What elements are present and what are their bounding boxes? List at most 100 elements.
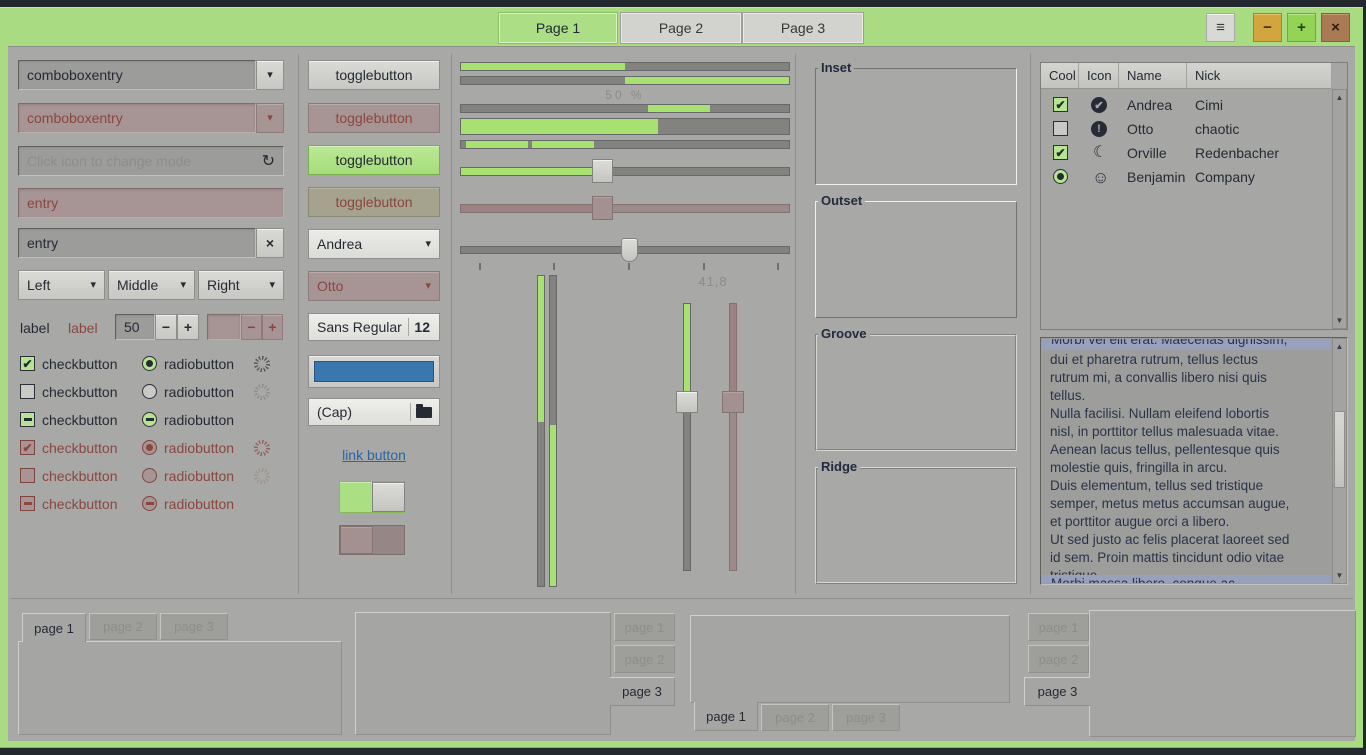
radio-dot xyxy=(146,360,153,367)
progress-fill xyxy=(625,77,789,84)
hscale-track[interactable] xyxy=(460,167,790,176)
indeterminate-mark xyxy=(146,418,154,421)
textview-line: Ut sed justo ac felis placerat laoreet s… xyxy=(1050,532,1327,547)
nb1-tab-page3[interactable]: page 3 xyxy=(160,613,228,640)
nb2-tab-page3[interactable]: page 3 xyxy=(610,677,675,706)
row-checkbox-unchecked[interactable] xyxy=(1053,121,1068,136)
cell-nick: Redenbacher xyxy=(1195,145,1279,161)
maximize-button[interactable]: + xyxy=(1287,13,1316,42)
table-row[interactable]: ✔ ✔ Andrea Cimi xyxy=(1041,93,1332,117)
color-button[interactable] xyxy=(308,355,440,388)
combobox-left[interactable]: Left▾ xyxy=(18,270,105,300)
combobox-right[interactable]: Right▾ xyxy=(198,270,284,300)
nb4-tab-page3[interactable]: page 3 xyxy=(1024,677,1090,706)
scroll-up-icon[interactable]: ▲ xyxy=(1333,91,1346,104)
checkbutton-unchecked-disabled xyxy=(20,468,35,483)
combobox-middle[interactable]: Middle▾ xyxy=(108,270,195,300)
radiobutton-label: radiobutton xyxy=(164,384,234,400)
row-radio-selected[interactable] xyxy=(1053,169,1068,184)
checkbutton-unchecked[interactable] xyxy=(20,384,35,399)
table-row[interactable]: ☺ Benjamin Company xyxy=(1041,165,1332,189)
scroll-up-icon[interactable]: ▲ xyxy=(1333,340,1346,353)
vscale-track[interactable] xyxy=(683,303,691,571)
comboboxentry-dropdown-button[interactable]: ▾ xyxy=(256,60,284,90)
hscale-knob[interactable] xyxy=(592,159,613,183)
spinbutton-value[interactable]: 50 xyxy=(115,314,155,340)
table-row[interactable]: ! Otto chaotic xyxy=(1041,117,1332,141)
spin-minus-button[interactable]: − xyxy=(155,314,177,340)
titlebar-tab-page1[interactable]: Page 1 xyxy=(499,13,617,43)
vscale-knob[interactable] xyxy=(676,391,698,413)
treeview-header-name[interactable]: Name xyxy=(1119,63,1187,89)
cell-name: Benjamin xyxy=(1127,169,1185,185)
check-icon: ✔ xyxy=(22,442,32,454)
checkbutton-indeterminate[interactable] xyxy=(20,412,35,427)
plus-icon: + xyxy=(184,319,192,335)
textview-scrollbar[interactable]: ▲ ▼ xyxy=(1332,338,1347,584)
comboboxentry-input[interactable]: comboboxentry xyxy=(18,60,256,90)
radiobutton-label: radiobutton xyxy=(164,468,234,484)
close-button[interactable]: × xyxy=(1321,13,1350,42)
titlebar-tab-page2[interactable]: Page 2 xyxy=(621,13,741,43)
togglebutton-label: togglebutton xyxy=(335,194,412,210)
nb1-tab-page2[interactable]: page 2 xyxy=(89,613,157,640)
nb3-tab-page1[interactable]: page 1 xyxy=(694,702,758,731)
selected-line-bottom: Morbi massa libero, congue ac xyxy=(1042,575,1331,583)
spinner-icon xyxy=(254,356,270,372)
chevron-down-icon: ▾ xyxy=(180,280,186,291)
table-row[interactable]: ✔ ☾ Orville Redenbacher xyxy=(1041,141,1332,165)
font-button[interactable]: Sans Regular 12 xyxy=(308,313,440,341)
treeview-header-icon[interactable]: Icon xyxy=(1079,63,1119,89)
scroll-down-icon[interactable]: ▼ xyxy=(1333,314,1346,327)
textview[interactable]: Morbi vel elit erat. Maecenas dignissim,… xyxy=(1040,337,1348,585)
check-icon: ✔ xyxy=(1055,99,1065,111)
color-swatch xyxy=(314,361,434,382)
scale-mark xyxy=(628,263,630,270)
togglebutton-active[interactable]: togglebutton xyxy=(308,145,440,175)
scrollbar-thumb[interactable] xyxy=(1334,411,1345,488)
minimize-button[interactable]: − xyxy=(1253,13,1282,42)
nb2-tab-page2[interactable]: page 2 xyxy=(614,645,675,673)
menu-button[interactable]: ≡ xyxy=(1206,13,1235,42)
scroll-down-icon[interactable]: ▼ xyxy=(1333,569,1346,582)
nb1-tab-page1[interactable]: page 1 xyxy=(22,613,86,642)
spin-plus-button[interactable]: + xyxy=(177,314,199,340)
progress-fill xyxy=(466,141,528,148)
hscale-marks-knob[interactable] xyxy=(621,238,638,262)
titlebar-tab-page3[interactable]: Page 3 xyxy=(743,13,863,43)
radiobutton-indeterminate[interactable] xyxy=(142,412,157,427)
progress-fill xyxy=(550,425,556,586)
switch-knob[interactable] xyxy=(372,482,405,512)
treeview-scrollbar[interactable]: ▲ ▼ xyxy=(1332,89,1347,329)
row-checkbox-checked[interactable]: ✔ xyxy=(1053,97,1068,112)
exclaim-circle-icon: ! xyxy=(1091,121,1107,137)
togglebutton-normal[interactable]: togglebutton xyxy=(308,60,440,90)
row-checkbox-checked[interactable]: ✔ xyxy=(1053,145,1068,160)
radiobutton-unselected[interactable] xyxy=(142,384,157,399)
switch-on[interactable] xyxy=(339,481,405,513)
clear-entry-button[interactable]: × xyxy=(256,228,284,258)
spin-plus-button-disabled: + xyxy=(262,314,283,340)
entry-clearable[interactable]: entry xyxy=(18,228,256,258)
label-disabled: label xyxy=(68,320,98,336)
nb3-tab-page3[interactable]: page 3 xyxy=(832,704,900,731)
vprogressbar-btt xyxy=(549,275,557,587)
nb3-tab-page2[interactable]: page 2 xyxy=(761,704,829,731)
separator xyxy=(795,54,796,594)
filechooser-button[interactable]: (Cap) xyxy=(308,398,440,426)
combobox-andrea[interactable]: Andrea▾ xyxy=(308,229,440,259)
radiobutton-selected[interactable] xyxy=(142,356,157,371)
treeview-header-nick[interactable]: Nick xyxy=(1187,63,1332,89)
nb4-tab-page2[interactable]: page 2 xyxy=(1028,645,1089,673)
radiobutton-label: radiobutton xyxy=(164,356,234,372)
main-area: comboboxentry ▾ comboboxentry ▾ Click ic… xyxy=(8,46,1355,741)
checkbutton-checked[interactable]: ✔ xyxy=(20,356,35,371)
link-button[interactable]: link button xyxy=(342,447,406,463)
treeview-header-cool[interactable]: Cool xyxy=(1041,63,1079,89)
refresh-icon[interactable]: ↻ xyxy=(262,151,275,171)
togglebutton-label: togglebutton xyxy=(335,67,412,83)
nb2-tab-page1[interactable]: page 1 xyxy=(614,613,675,641)
nb4-tab-page1[interactable]: page 1 xyxy=(1028,613,1089,641)
icon-entry[interactable]: Click icon to change mode ↻ xyxy=(18,146,284,176)
spin-value: 50 xyxy=(124,319,140,335)
